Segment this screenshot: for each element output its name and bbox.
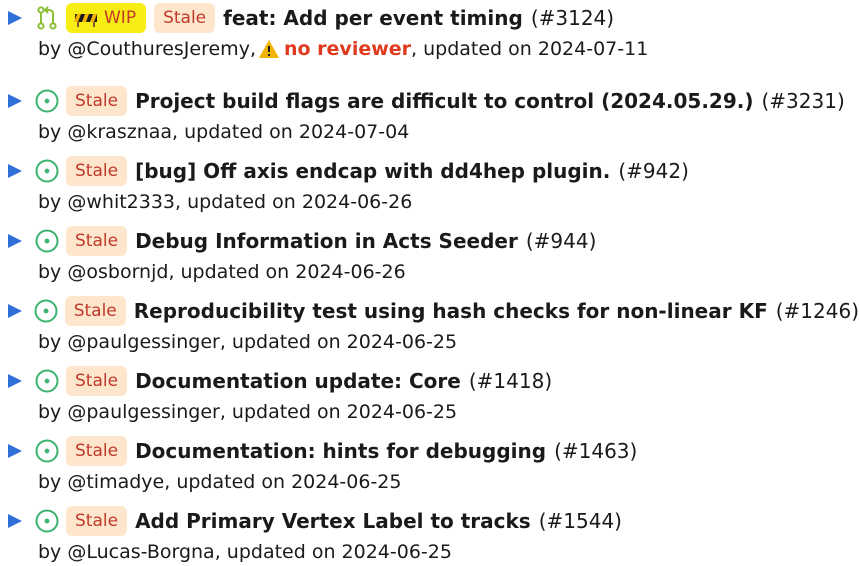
wip-label: WIP [104,8,137,28]
by-label: by [38,121,68,143]
issue-open-icon [28,506,66,536]
updated-date: , updated on 2024-06-26 [175,191,413,213]
issue-title[interactable]: Reproducibility test using hash checks f… [134,299,768,323]
stale-badge: Stale [66,506,128,536]
expand-arrow-icon[interactable] [0,302,28,320]
pull-request-icon [28,3,66,33]
stale-badge: Stale [66,436,128,466]
issue-title[interactable]: Add Primary Vertex Label to tracks [135,509,531,533]
author-link[interactable]: @paulgessinger [67,331,219,353]
stale-badge: Stale [66,366,128,396]
author-link[interactable]: @CouthuresJeremy [67,38,250,60]
by-label: by [38,331,68,353]
issue-open-icon [28,436,66,466]
updated-date: , updated on 2024-06-25 [214,541,452,563]
expand-arrow-icon[interactable] [0,372,28,390]
issue-number[interactable]: (#1246) [776,299,859,323]
expand-arrow-icon[interactable] [0,442,28,460]
issue-open-icon [28,366,66,396]
list-item[interactable]: Stale Documentation update: Core (#1418)… [0,363,859,423]
by-label: by [38,38,68,60]
issue-title[interactable]: Project build flags are difficult to con… [135,89,753,113]
by-label: by [38,541,68,563]
issue-number[interactable]: (#944) [526,229,597,253]
issue-title[interactable]: Debug Information in Acts Seeder [135,229,518,253]
issue-open-icon [28,296,65,326]
stale-badge: Stale [64,296,126,326]
stale-badge: Stale [66,156,128,186]
list-item[interactable]: Stale Project build flags are difficult … [0,83,859,143]
updated-date: , updated on 2024-07-04 [172,121,410,143]
expand-arrow-icon[interactable] [0,512,28,530]
warning-icon [258,39,280,59]
issue-number[interactable]: (#1418) [469,369,552,393]
stale-badge: Stale [66,86,128,116]
author-link[interactable]: @timadye [67,471,164,493]
issue-number[interactable]: (#1544) [539,509,622,533]
updated-date: , updated on 2024-06-25 [219,331,458,353]
wip-badge: WIP [66,3,147,33]
list-item[interactable]: Stale [bug] Off axis endcap with dd4hep … [0,153,859,213]
author-link[interactable]: @krasznaa [67,121,172,143]
author-link[interactable]: @whit2333 [67,191,175,213]
author-link[interactable]: @Lucas-Borgna [67,541,214,563]
expand-arrow-icon[interactable] [0,9,28,27]
expand-arrow-icon[interactable] [0,162,28,180]
issue-number[interactable]: (#3231) [762,89,845,113]
author-link[interactable]: @osbornjd [67,261,168,283]
stale-badge: Stale [154,3,216,33]
issue-number[interactable]: (#1463) [554,439,637,463]
list-item[interactable]: Stale Add Primary Vertex Label to tracks… [0,503,859,563]
issue-number[interactable]: (#942) [618,159,689,183]
list-item[interactable]: Stale Debug Information in Acts Seeder (… [0,223,859,283]
separator: , [249,38,256,60]
no-reviewer-label: no reviewer [283,38,412,60]
updated-date: , updated on 2024-06-25 [219,401,458,423]
issue-title[interactable]: feat: Add per event timing [223,6,523,30]
by-label: by [38,471,68,493]
issue-title[interactable]: Documentation: hints for debugging [135,439,546,463]
stale-badge: Stale [66,226,128,256]
issue-number[interactable]: (#3124) [531,6,614,30]
issue-title[interactable]: [bug] Off axis endcap with dd4hep plugin… [135,159,610,183]
list-item[interactable]: Stale Reproducibility test using hash ch… [0,293,859,353]
construction-icon [74,14,97,27]
expand-arrow-icon[interactable] [0,92,28,110]
issue-title[interactable]: Documentation update: Core [135,369,461,393]
issue-list: WIP Stale feat: Add per event timing (#3… [0,0,859,566]
list-item[interactable]: WIP Stale feat: Add per event timing (#3… [0,0,859,60]
by-label: by [38,191,68,213]
list-item[interactable]: Stale Documentation: hints for debugging… [0,433,859,493]
by-label: by [38,261,68,283]
expand-arrow-icon[interactable] [0,232,28,250]
updated-date: , updated on 2024-07-11 [411,38,649,60]
issue-open-icon [28,156,66,186]
updated-date: , updated on 2024-06-26 [168,261,406,283]
by-label: by [38,401,68,423]
issue-open-icon [28,226,66,256]
author-link[interactable]: @paulgessinger [67,401,219,423]
updated-date: , updated on 2024-06-25 [164,471,402,493]
issue-open-icon [28,86,66,116]
